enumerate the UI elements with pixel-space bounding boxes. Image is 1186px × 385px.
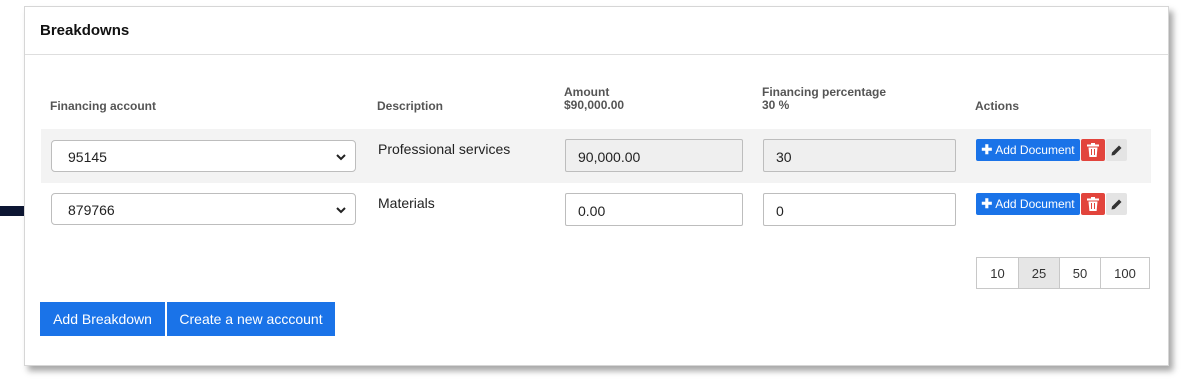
breakdowns-panel: Breakdowns Financing account Description…	[24, 6, 1169, 366]
col-amount-total: $90,000.00	[564, 98, 625, 112]
plus-icon: ✚	[981, 196, 993, 211]
amount-value: 90,000.00	[578, 149, 641, 165]
page-size-selector: 10 25 50 100	[976, 257, 1150, 289]
col-financing-account: Financing account	[50, 99, 157, 113]
col-amount: Amount $90,000.00	[564, 86, 624, 112]
col-description: Description	[377, 99, 444, 113]
edit-button[interactable]	[1106, 193, 1127, 215]
pencil-icon	[1111, 199, 1122, 209]
create-account-button[interactable]: Create a new acccount	[167, 302, 335, 336]
financing-account-select[interactable]: 879766	[51, 193, 356, 225]
add-document-label: Add Document	[995, 143, 1075, 157]
panel-header: Breakdowns	[25, 7, 1168, 55]
table-row: 879766 Materials 0.00 0 ✚ Add Document	[41, 183, 1151, 237]
add-breakdown-button[interactable]: Add Breakdown	[40, 302, 165, 336]
chevron-down-icon	[336, 154, 346, 161]
trash-icon	[1087, 143, 1099, 157]
trash-icon	[1087, 197, 1099, 211]
financing-account-value: 95145	[68, 149, 107, 165]
percentage-value: 30	[776, 149, 792, 165]
page-size-10[interactable]: 10	[976, 257, 1019, 289]
plus-icon: ✚	[981, 142, 993, 157]
col-percentage: Financing percentage 30 %	[762, 86, 886, 112]
page-size-50[interactable]: 50	[1059, 257, 1101, 289]
percentage-field[interactable]: 0	[763, 193, 956, 226]
financing-account-select[interactable]: 95145	[51, 140, 356, 172]
percentage-field[interactable]: 30	[763, 139, 956, 172]
delete-button[interactable]	[1081, 193, 1105, 215]
delete-button[interactable]	[1081, 139, 1105, 161]
amount-field[interactable]: 90,000.00	[565, 139, 743, 172]
add-document-button[interactable]: ✚ Add Document	[976, 193, 1080, 215]
financing-account-value: 879766	[68, 202, 115, 218]
page-size-100[interactable]: 100	[1100, 257, 1150, 289]
description-text: Materials	[378, 195, 435, 211]
amount-value: 0.00	[578, 203, 606, 219]
add-document-label: Add Document	[995, 197, 1075, 211]
panel-title: Breakdowns	[40, 22, 130, 39]
page-size-25[interactable]: 25	[1018, 257, 1060, 289]
description-text: Professional services	[378, 141, 511, 157]
col-actions: Actions	[975, 99, 1020, 113]
col-percentage-total: 30 %	[762, 98, 790, 112]
table-row: 95145 Professional services 90,000.00 30…	[41, 129, 1151, 183]
add-document-button[interactable]: ✚ Add Document	[976, 139, 1080, 161]
percentage-value: 0	[776, 203, 784, 219]
edit-button[interactable]	[1106, 139, 1127, 161]
chevron-down-icon	[336, 207, 346, 214]
pencil-icon	[1111, 145, 1122, 155]
amount-field[interactable]: 0.00	[565, 193, 743, 226]
